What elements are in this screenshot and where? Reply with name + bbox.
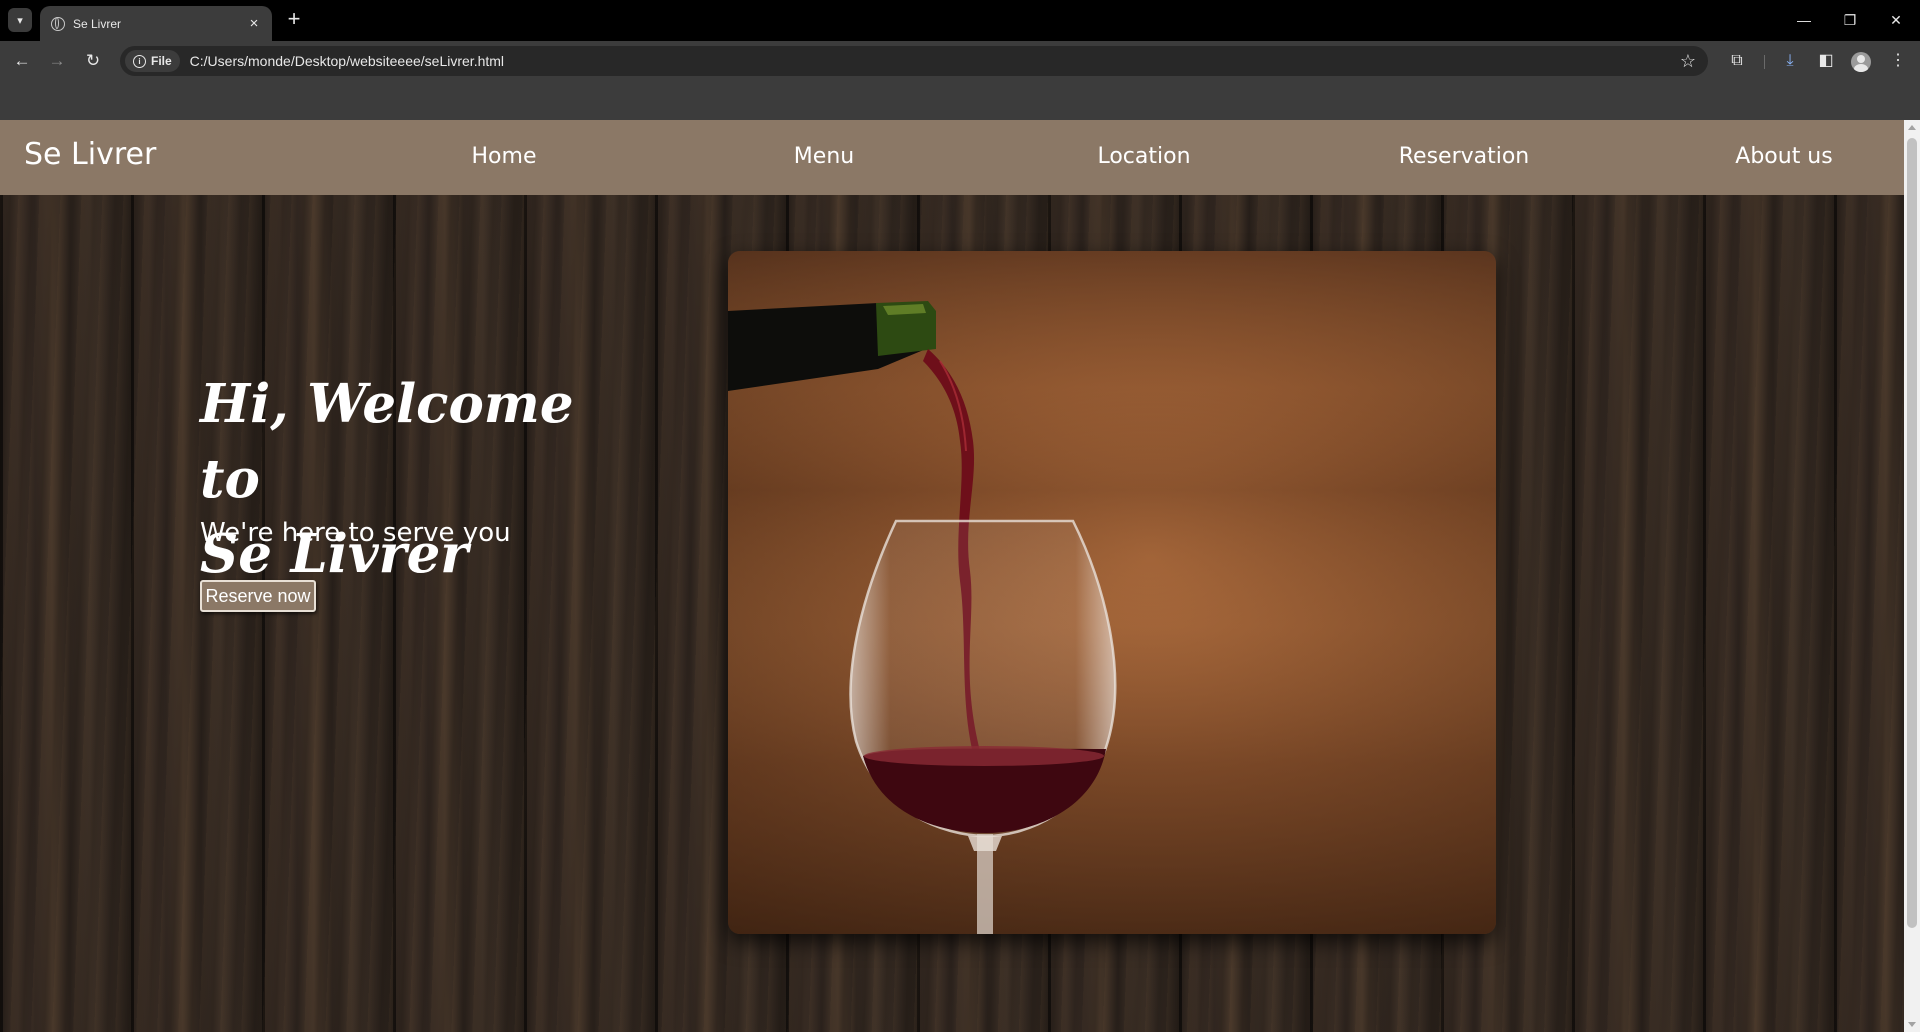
tab-close-icon[interactable]: × bbox=[244, 15, 264, 32]
forward-arrow-icon[interactable]: → bbox=[43, 49, 71, 73]
avatar[interactable] bbox=[1851, 52, 1871, 72]
wine-glass-illustration bbox=[728, 251, 1496, 934]
brand-logo[interactable]: Se Livrer bbox=[24, 137, 156, 172]
hero-subtitle: We're here to serve you bbox=[200, 518, 511, 548]
restore-icon[interactable]: ❐ bbox=[1835, 8, 1865, 32]
side-panel-icon[interactable]: ◧ bbox=[1813, 49, 1839, 73]
reload-icon[interactable]: ↻ bbox=[79, 49, 107, 73]
site-info-chip[interactable]: i File bbox=[125, 50, 180, 72]
nav-reservation[interactable]: Reservation bbox=[1399, 144, 1530, 169]
scroll-up-icon[interactable] bbox=[1908, 125, 1916, 130]
nav-menu[interactable]: Menu bbox=[794, 144, 854, 169]
reserve-now-button[interactable]: Reserve now bbox=[200, 580, 316, 612]
site-chip-label: File bbox=[151, 54, 172, 68]
toolbar-divider bbox=[1764, 55, 1765, 69]
hero-title: Hi, Welcome to Se Livrer bbox=[200, 367, 640, 592]
wine-pour-image bbox=[728, 251, 1496, 934]
tab-title: Se Livrer bbox=[73, 16, 122, 31]
address-bar[interactable]: i File C:/Users/monde/Desktop/websiteeee… bbox=[120, 46, 1708, 76]
browser-toolbar: ← → ↻ i File C:/Users/monde/Desktop/webs… bbox=[0, 41, 1920, 81]
scroll-thumb[interactable] bbox=[1907, 138, 1917, 928]
new-tab-button[interactable]: + bbox=[282, 8, 306, 32]
scroll-down-icon[interactable] bbox=[1908, 1022, 1916, 1027]
puzzle-icon[interactable]: ⧉ bbox=[1724, 49, 1750, 73]
page-scrollbar[interactable] bbox=[1904, 120, 1920, 1032]
info-icon: i bbox=[133, 54, 146, 68]
hero-title-line1: Hi, Welcome to bbox=[200, 373, 574, 510]
minimize-icon[interactable]: — bbox=[1789, 8, 1819, 32]
download-icon[interactable]: ⤓ bbox=[1777, 49, 1803, 73]
star-icon[interactable]: ☆ bbox=[1680, 51, 1696, 72]
window-close-icon[interactable]: ✕ bbox=[1881, 8, 1911, 32]
browser-tab[interactable]: Se Livrer × bbox=[40, 6, 272, 41]
kebab-menu-icon[interactable]: ⋮ bbox=[1885, 49, 1911, 73]
site-navbar: Se Livrer Home Menu Location Reservation… bbox=[0, 120, 1904, 195]
bookmarks-bar bbox=[0, 81, 1920, 120]
browser-tab-bar: ▾ Se Livrer × + — ❐ ✕ bbox=[0, 0, 1920, 41]
url-text[interactable]: C:/Users/monde/Desktop/websiteeee/seLivr… bbox=[190, 53, 1680, 69]
nav-location[interactable]: Location bbox=[1097, 144, 1190, 169]
page-viewport: Se Livrer Home Menu Location Reservation… bbox=[0, 120, 1904, 1032]
nav-about-us[interactable]: About us bbox=[1735, 144, 1832, 169]
nav-home[interactable]: Home bbox=[472, 144, 537, 169]
globe-icon bbox=[51, 16, 65, 31]
back-arrow-icon[interactable]: ← bbox=[8, 49, 36, 73]
tab-search-chevron-down-icon[interactable]: ▾ bbox=[8, 8, 32, 32]
